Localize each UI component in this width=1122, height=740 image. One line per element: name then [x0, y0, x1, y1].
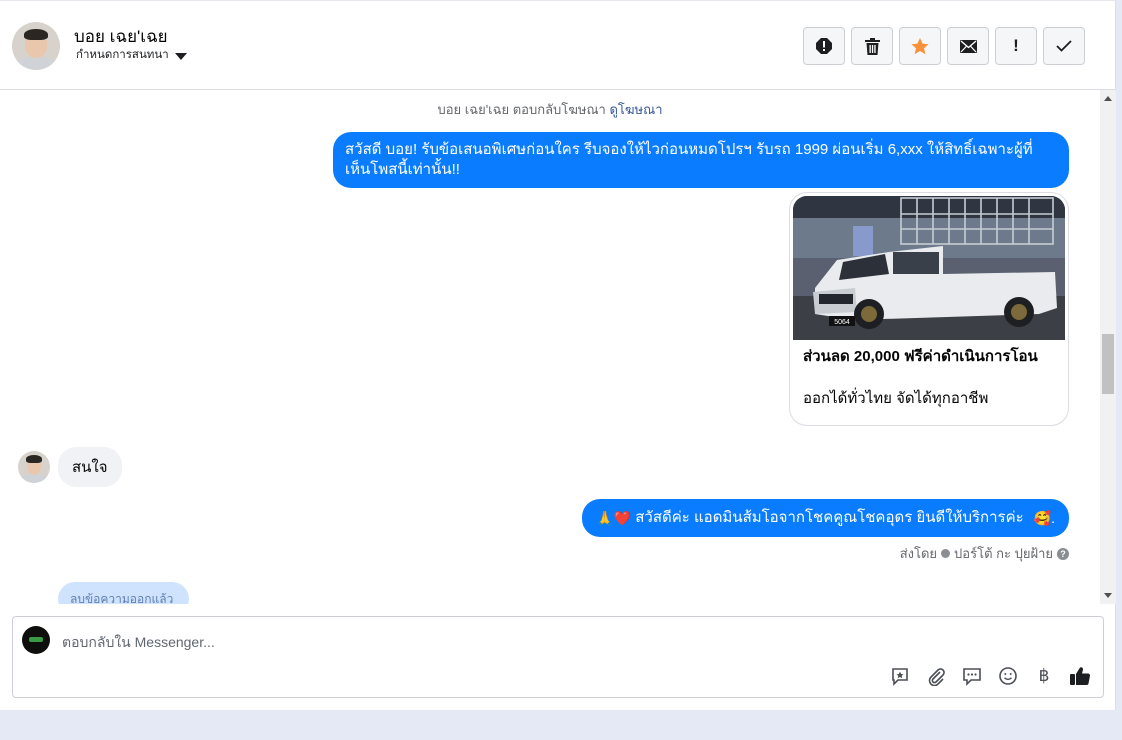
like-icon[interactable] — [1069, 665, 1091, 687]
reply-composer[interactable]: ตอบกลับใน Messenger... ฿ — [12, 616, 1104, 698]
report-button[interactable] — [803, 27, 845, 65]
contact-avatar[interactable] — [12, 22, 60, 70]
baht-icon[interactable]: ฿ — [1033, 665, 1055, 687]
help-icon[interactable]: ? — [1057, 547, 1069, 560]
admin-status-icon — [941, 549, 951, 558]
ad-reply-text: บอย เฉย'เฉย ตอบกลับโฆษณา — [437, 102, 606, 117]
exclamation-icon: ! — [1013, 36, 1019, 55]
scroll-thumb[interactable] — [1102, 334, 1114, 394]
assign-conversation-dropdown[interactable]: กำหนดการสนทนา — [76, 46, 187, 64]
emoji-icon[interactable] — [997, 665, 1019, 687]
smiling-hearts-emoji: 🥰. — [1033, 510, 1055, 526]
caret-down-icon — [174, 52, 187, 60]
license-plate: 5064 — [834, 319, 850, 326]
mark-done-button[interactable] — [1043, 27, 1085, 65]
ad-card[interactable]: 5064 ส่วนลด 20,000 ฟรีค่าดำเนินการโอน ออ… — [789, 192, 1069, 426]
check-icon — [1056, 40, 1072, 52]
sent-by-label: ส่งโดย — [899, 546, 938, 561]
conversation-panel: บอย เฉย'เฉย กำหนดการสนทนา ! บอย เฉย'เฉย … — [0, 0, 1116, 710]
mark-unread-button[interactable] — [947, 27, 989, 65]
ad-card-title: ส่วนลด 20,000 ฟรีค่าดำเนินการโอน — [803, 348, 1038, 365]
assign-conversation-label: กำหนดการสนทนา — [76, 49, 169, 61]
greeting-text: สวัสดีค่ะ แอดมินส้มโอจากโชคคูณโชคอุดร ยิ… — [635, 509, 1024, 526]
sent-by-name[interactable]: ปอร์โต้ กะ ปุยฝ้าย — [954, 543, 1053, 564]
outgoing-message[interactable]: สวัสดี บอย! รับข้อเสนอพิเศษก่อนใคร รีบจอ… — [333, 132, 1069, 188]
reply-input[interactable]: ตอบกลับใน Messenger... — [62, 632, 215, 654]
incoming-message[interactable]: สนใจ — [58, 447, 122, 487]
trash-icon — [864, 37, 880, 55]
scroll-down-arrow-icon[interactable] — [1104, 593, 1112, 598]
star-button[interactable] — [899, 27, 941, 65]
sent-by-info: ส่งโดย ปอร์โต้ กะ ปุยฝ้าย ? — [900, 543, 1069, 564]
spam-button[interactable]: ! — [995, 27, 1037, 65]
contact-avatar-small[interactable] — [18, 451, 50, 483]
saved-reply-icon[interactable] — [889, 665, 911, 687]
composer-tools: ฿ — [889, 665, 1091, 687]
page-avatar — [22, 626, 50, 654]
attachment-icon[interactable] — [925, 665, 947, 687]
chat-bubble-icon[interactable] — [961, 665, 983, 687]
incoming-message-row: สนใจ — [18, 447, 122, 487]
outgoing-message-greeting[interactable]: 🙏❤️ สวัสดีค่ะ แอดมินส้มโอจากโชคคูณโชคอุด… — [582, 499, 1069, 537]
delete-button[interactable] — [851, 27, 893, 65]
header-actions: ! — [803, 27, 1085, 65]
ad-reply-note: บอย เฉย'เฉย ตอบกลับโฆษณา ดูโฆษณา — [0, 99, 1100, 120]
envelope-icon — [959, 39, 977, 53]
deleted-message: ลบข้อความออกแล้ว — [58, 582, 189, 604]
view-ad-link[interactable]: ดูโฆษณา — [609, 102, 662, 117]
scroll-up-arrow-icon[interactable] — [1104, 96, 1112, 101]
thread-scrollbar[interactable] — [1100, 90, 1116, 604]
star-icon — [911, 37, 929, 54]
car-image[interactable]: 5064 — [793, 196, 1065, 340]
pray-heart-emoji: 🙏❤️ — [596, 510, 632, 526]
report-icon — [816, 38, 832, 54]
ad-card-description: ออกได้ทั่วไทย จัดได้ทุกอาชีพ — [803, 390, 989, 407]
message-thread[interactable]: บอย เฉย'เฉย ตอบกลับโฆษณา ดูโฆษณา สวัสดี … — [0, 90, 1100, 604]
conversation-header: บอย เฉย'เฉย กำหนดการสนทนา ! — [0, 0, 1116, 90]
